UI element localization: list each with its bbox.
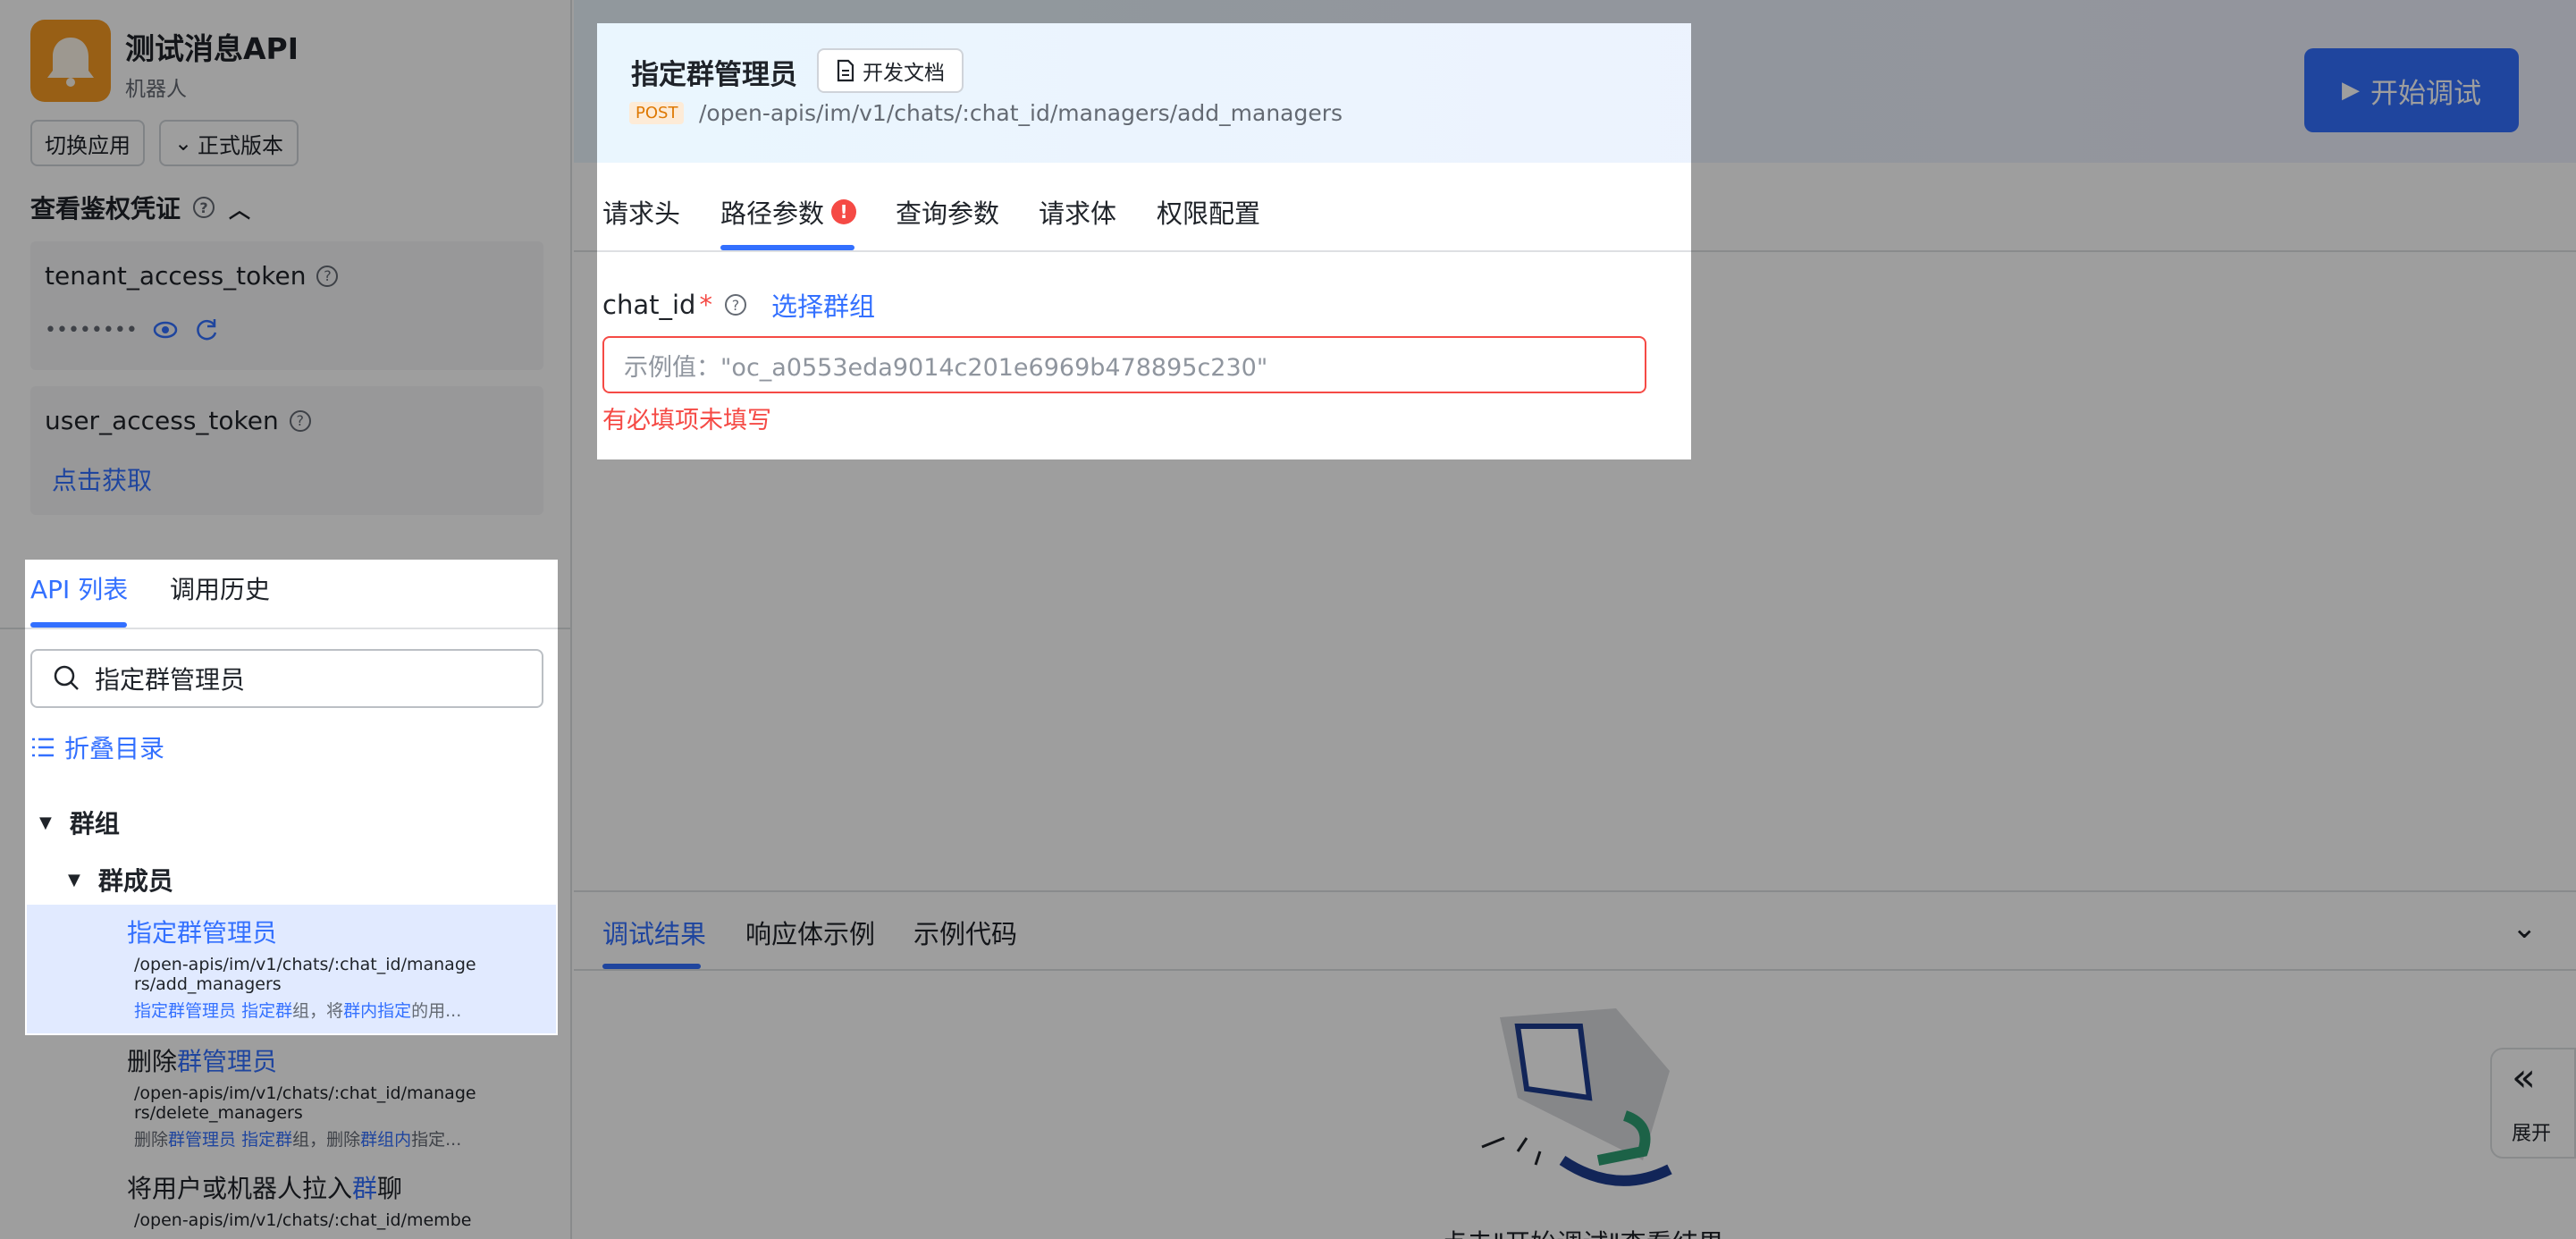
help-icon[interactable]: ? [724,294,746,316]
item-path: /open-apis/im/v1/chats/:chat_id/membe [134,1210,472,1230]
dev-doc-button[interactable]: 开发文档 [817,48,964,93]
tab-underline [720,245,854,250]
list-item[interactable]: 指定群管理员 /open-apis/im/v1/chats/:chat_id/m… [27,905,556,1033]
list-item[interactable]: 将用户或机器人拉入群聊 /open-apis/im/v1/chats/:chat… [27,1162,556,1239]
item-title: 指定群管理员 [127,918,278,948]
collapse-tree-button[interactable]: 折叠目录 [30,729,164,765]
api-path: /open-apis/im/v1/chats/:chat_id/managers… [699,100,1343,126]
app-name: 测试消息API [125,31,299,66]
tab-api-list[interactable]: API 列表 [30,570,128,606]
select-group-link[interactable]: 选择群组 [771,286,875,324]
param-label-row: chat_id * ? 选择群组 [602,286,875,324]
expand-panel-button[interactable]: « 展开 [2490,1048,2576,1159]
item-desc: 指定群管理员 指定群组，将群内指定的用... [134,1001,462,1021]
tab-path-params[interactable]: 路径参数 ! [720,193,857,231]
search-icon [54,665,79,690]
app-type: 机器人 [125,78,187,101]
tab-debug-result[interactable]: 调试结果 [602,914,706,951]
tenant-token-card: tenant_access_token ? •••••••• [30,241,543,370]
tab-path-params-label: 路径参数 [720,198,825,229]
tenant-token-value: •••••••• [45,318,138,341]
item-path: /open-apis/im/v1/chats/:chat_id/manage rs… [134,1083,476,1123]
tab-response-example[interactable]: 响应体示例 [745,914,875,951]
tree-group[interactable]: ▼ 群组 [39,805,120,840]
chat-id-placeholder: 示例值："oc_a0553eda9014c201e6969b478895c230… [624,353,1268,382]
empty-state-illustration [1481,1008,1672,1186]
tree-subgroup-label: 群成员 [97,866,173,896]
result-panel: 点击"开始调试"查看结果 « 展开 [574,973,2576,1239]
chat-id-input[interactable]: 示例值："oc_a0553eda9014c201e6969b478895c230… [602,336,1646,393]
item-title: 删除群管理员 [127,1047,278,1076]
item-path: /open-apis/im/v1/chats/:chat_id/manage rs… [134,955,476,994]
help-icon[interactable]: ? [289,409,311,432]
app-icon [30,20,111,102]
list-item[interactable]: 删除群管理员 /open-apis/im/v1/chats/:chat_id/m… [27,1037,556,1162]
document-icon [837,59,854,82]
left-panel: 测试消息API 机器人 切换应用 ⌄ 正式版本 查看鉴权凭证 ? ︿ tenant… [0,0,572,1239]
required-mark: * [699,290,712,320]
chevron-up-icon[interactable]: ︿ [229,192,250,223]
params-panel: chat_id * ? 选择群组 示例值："oc_a0553eda9014c20… [574,254,2576,890]
eye-icon[interactable] [152,316,179,343]
tab-sample-code[interactable]: 示例代码 [913,914,1017,951]
tenant-token-label: tenant_access_token [45,261,307,291]
tab-headers[interactable]: 请求头 [602,193,680,231]
user-token-label: user_access_token [45,406,279,435]
item-title: 将用户或机器人拉入群聊 [127,1174,403,1203]
user-token-card: user_access_token ? 点击获取 [30,386,543,515]
credentials-header[interactable]: 查看鉴权凭证 ? ︿ [30,190,250,225]
credentials-title: 查看鉴权凭证 [30,194,181,223]
request-tabs: 请求头 路径参数 ! 查询参数 请求体 权限配置 [574,163,2576,252]
tab-permissions[interactable]: 权限配置 [1157,193,1260,231]
param-name: chat_id [602,290,696,320]
play-icon: ▶ [2342,77,2360,104]
caret-down-icon: ▼ [68,870,80,889]
error-message: 有必填项未填写 [602,407,771,434]
tab-query-params[interactable]: 查询参数 [896,193,999,231]
error-icon: ! [831,199,857,224]
double-chevron-left-icon: « [2512,1055,2536,1100]
api-header: 指定群管理员 开发文档 POST /open-apis/im/v1/chats/… [574,0,2576,163]
collapse-label: 折叠目录 [64,734,165,763]
help-icon[interactable]: ? [316,265,339,287]
left-tabs: API 列表 调用历史 [0,558,572,629]
result-tabs: 调试结果 响应体示例 示例代码 ⌄ [574,890,2576,971]
switch-app-button[interactable]: 切换应用 [30,120,145,166]
version-label: 正式版本 [198,132,284,158]
dev-doc-label: 开发文档 [863,62,945,85]
chevron-down-icon: ⌄ [173,131,193,156]
get-user-token-link[interactable]: 点击获取 [52,461,152,497]
search-input[interactable]: 指定群管理员 [30,649,543,708]
chevron-down-icon[interactable]: ⌄ [2512,910,2538,946]
tab-history[interactable]: 调用历史 [170,570,270,606]
list-icon [32,738,54,757]
version-dropdown[interactable]: ⌄ 正式版本 [159,120,299,166]
search-value: 指定群管理员 [95,665,246,695]
start-debug-label: 开始调试 [2370,77,2481,110]
start-debug-button[interactable]: ▶ 开始调试 [2304,48,2519,132]
item-desc: 删除群管理员 指定群组，删除群组内指定... [134,1130,462,1150]
api-title: 指定群管理员 [631,59,797,91]
help-icon[interactable]: ? [193,197,215,218]
bell-icon [47,38,94,87]
tab-underline [30,622,127,628]
expand-label: 展开 [2512,1123,2552,1145]
tree-subgroup[interactable]: ▼ 群成员 [68,862,173,898]
method-badge: POST [629,102,685,124]
tab-underline [602,964,701,969]
tab-request-body[interactable]: 请求体 [1039,193,1116,231]
caret-down-icon: ▼ [39,813,52,832]
refresh-icon[interactable] [193,316,220,343]
result-hint: 点击"开始调试"查看结果 [1441,1223,1724,1239]
tree-group-label: 群组 [69,809,120,839]
